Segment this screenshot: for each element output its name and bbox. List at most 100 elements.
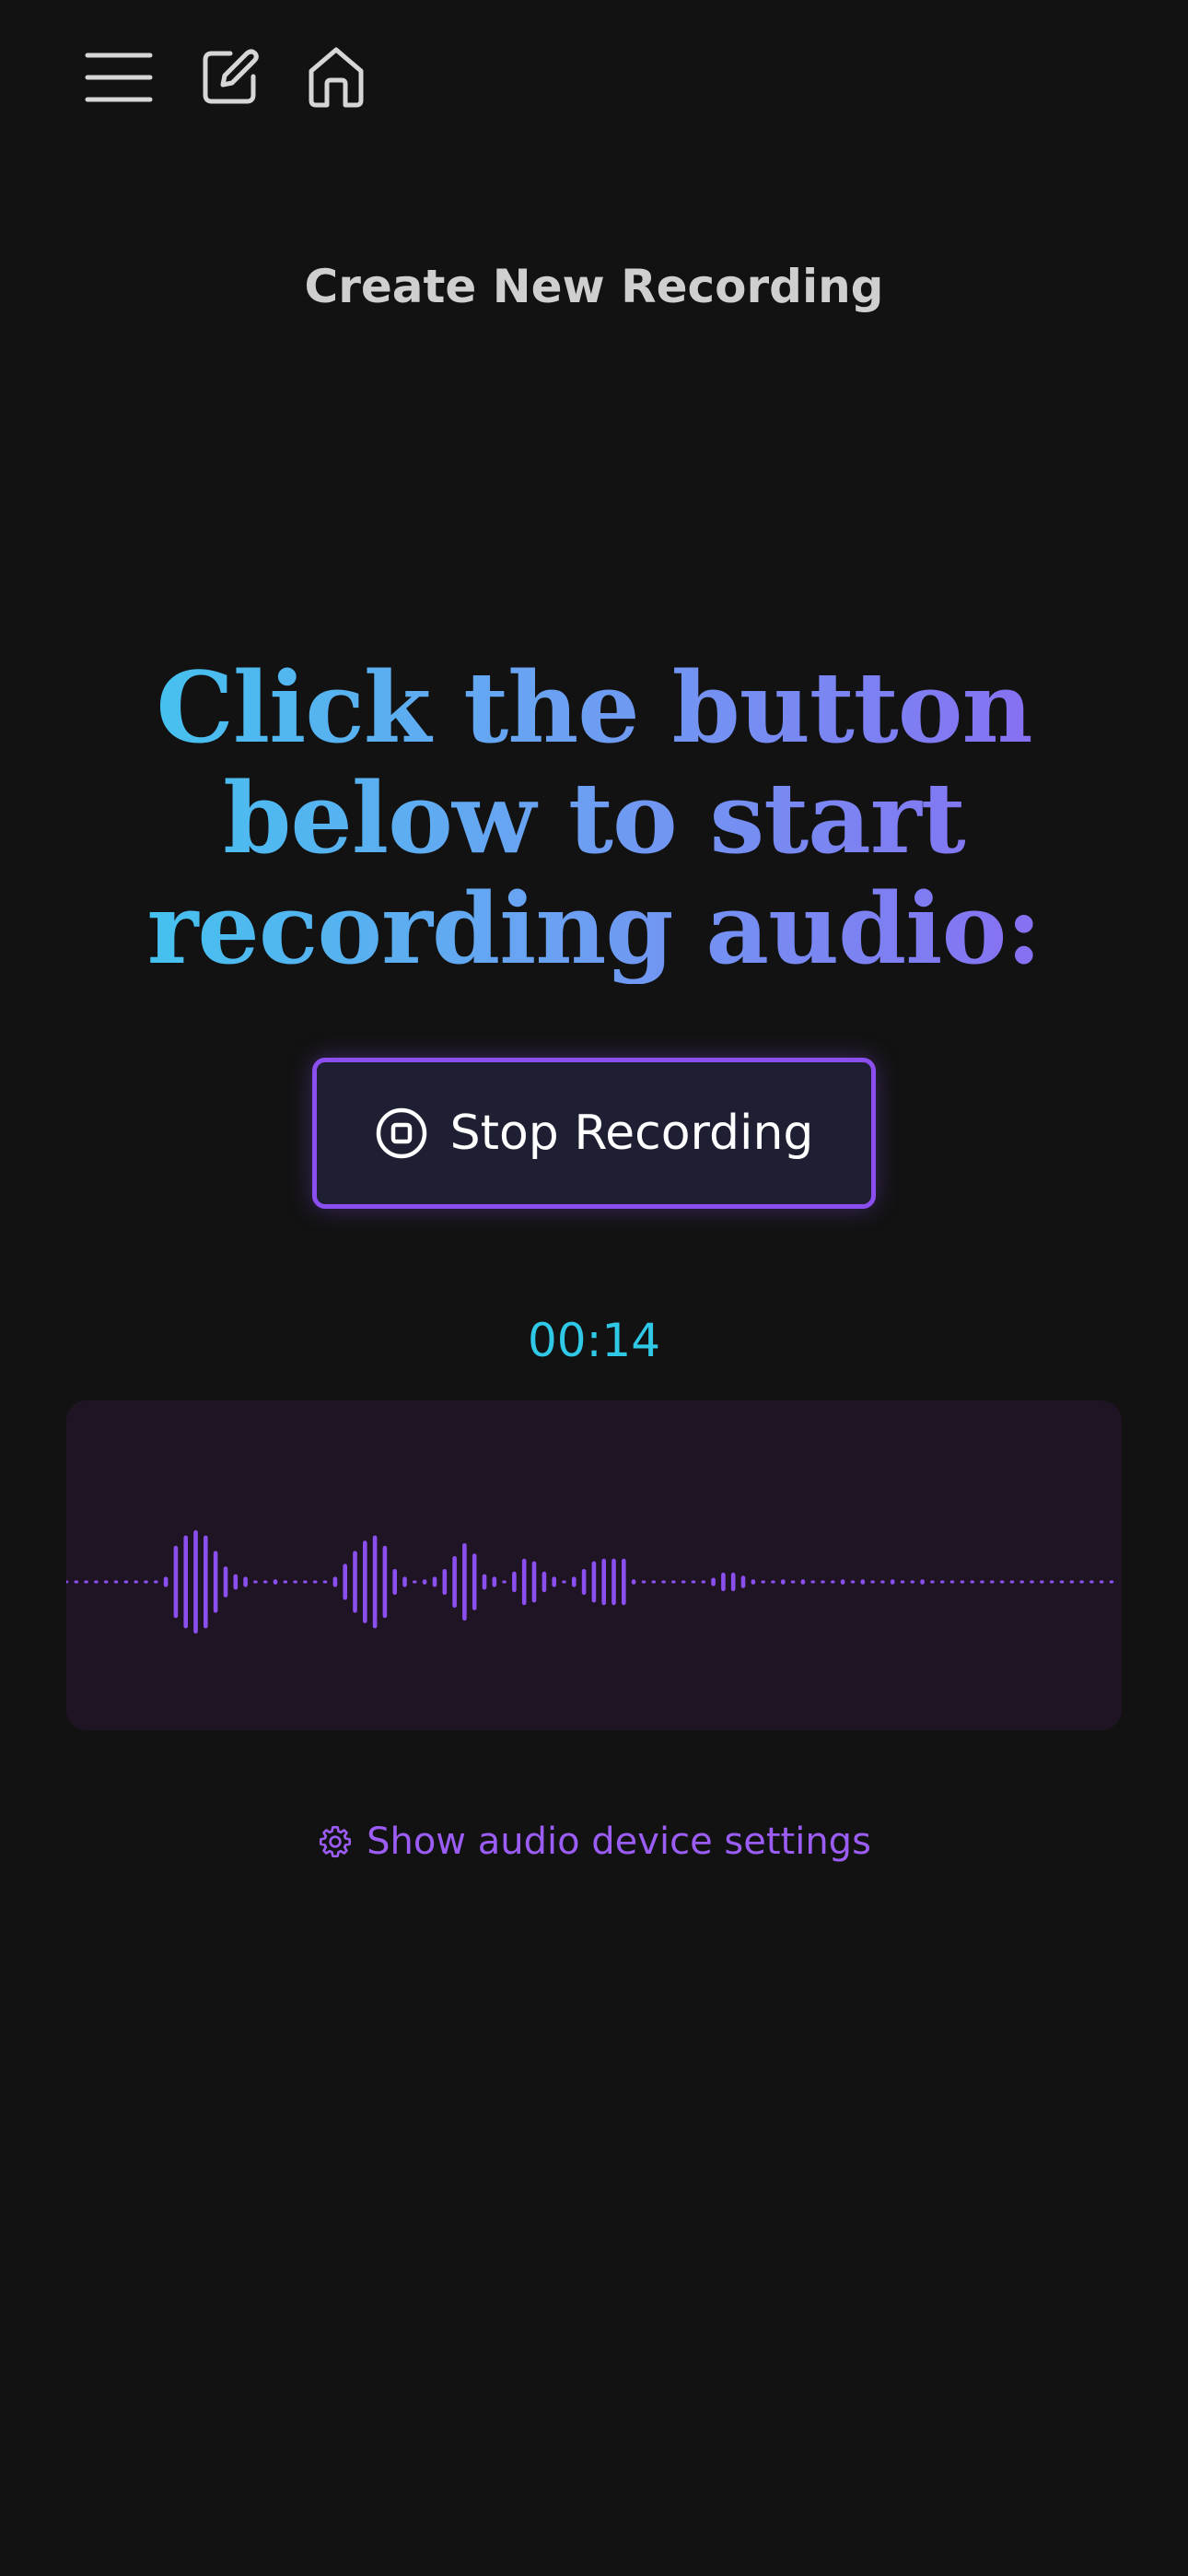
waveform-bar: [66, 1580, 69, 1584]
waveform-bar: [661, 1580, 666, 1584]
waveform-bar: [432, 1576, 437, 1587]
waveform-bar: [283, 1580, 288, 1584]
waveform-bar: [273, 1579, 278, 1585]
waveform-bar: [1059, 1580, 1065, 1584]
waveform-bar: [452, 1556, 457, 1608]
waveform-panel: [66, 1400, 1122, 1730]
edit-icon: [203, 49, 259, 104]
waveform-bar: [671, 1580, 676, 1584]
home-icon: [309, 47, 364, 108]
waveform-bar: [970, 1580, 974, 1584]
waveform-bar: [890, 1579, 895, 1585]
waveform-bar: [999, 1580, 1005, 1584]
waveform-bar: [651, 1580, 657, 1584]
waveform-bar: [482, 1574, 487, 1590]
waveform-bar: [392, 1569, 397, 1595]
top-toolbar: [85, 42, 367, 112]
waveform-bar: [850, 1580, 856, 1584]
headline-line-2: below to start: [223, 760, 965, 875]
waveform-bar: [1099, 1580, 1104, 1584]
edit-button[interactable]: [199, 47, 260, 108]
waveform-bar: [521, 1558, 527, 1606]
waveform-bar: [94, 1580, 99, 1584]
waveform-bar: [581, 1569, 587, 1595]
waveform-bar: [939, 1580, 945, 1584]
waveform-bar: [562, 1580, 566, 1584]
waveform-bar: [472, 1553, 477, 1610]
menu-button[interactable]: [85, 50, 153, 105]
waveform-bar: [233, 1574, 239, 1590]
waveform-bar: [990, 1580, 995, 1584]
waveform-bar: [262, 1580, 268, 1584]
waveform-bar: [601, 1558, 606, 1606]
waveform-bar: [502, 1580, 507, 1584]
waveform-bar: [173, 1545, 179, 1619]
home-button[interactable]: [306, 45, 367, 110]
waveform-bar: [840, 1579, 845, 1585]
waveform-bar: [751, 1579, 756, 1585]
waveform-bar: [492, 1576, 497, 1587]
audio-device-settings-link[interactable]: Show audio device settings: [0, 1821, 1188, 1863]
waveform-bar: [293, 1580, 297, 1584]
waveform-bar: [332, 1576, 338, 1587]
waveform-bar: [821, 1580, 825, 1584]
waveform-bar: [193, 1530, 198, 1633]
waveform-bar: [144, 1580, 148, 1584]
waveform-bar: [123, 1580, 129, 1584]
waveform-bar: [930, 1580, 935, 1584]
waveform-bar: [243, 1576, 248, 1587]
waveform-bar: [870, 1580, 875, 1584]
waveform-bar: [641, 1580, 646, 1584]
waveform-bar: [84, 1580, 88, 1584]
waveform-bar: [204, 1535, 208, 1629]
waveform-bar: [781, 1579, 786, 1585]
waveform-bar: [920, 1579, 925, 1585]
waveform-bar: [800, 1579, 806, 1585]
waveform-bar: [303, 1580, 308, 1584]
waveform-bar: [74, 1580, 79, 1584]
waveform-bar: [572, 1576, 577, 1587]
waveform-bar: [1109, 1580, 1114, 1584]
instruction-headline: Click the button below to start recordin…: [87, 652, 1101, 984]
waveform-bar: [1049, 1580, 1054, 1584]
waveform-bar: [790, 1580, 796, 1584]
waveform-bar: [322, 1580, 328, 1584]
waveform-bar: [402, 1576, 407, 1587]
waveform-bar: [611, 1558, 616, 1606]
waveform-bar: [512, 1571, 517, 1593]
waveform-bar: [910, 1580, 915, 1584]
headline-line-3: recording audio:: [146, 871, 1042, 986]
waveform-bar: [810, 1580, 815, 1584]
waveform-bar: [353, 1551, 357, 1613]
waveform-bar: [312, 1580, 318, 1584]
waveform-bar: [880, 1580, 885, 1584]
waveform-bar: [1030, 1580, 1034, 1584]
waveform-bar: [213, 1551, 218, 1613]
waveform-bar: [462, 1543, 467, 1621]
waveform-bar: [900, 1580, 905, 1584]
waveform-bar: [442, 1569, 448, 1595]
page-title: Create New Recording: [304, 260, 884, 313]
waveform-bar: [721, 1572, 726, 1592]
waveform-bar: [343, 1563, 347, 1600]
stop-recording-label: Stop Recording: [449, 1106, 814, 1161]
waveform-bar: [681, 1580, 686, 1584]
waveform-bar: [372, 1535, 378, 1629]
waveform-bar: [363, 1540, 367, 1623]
waveform-bar: [1069, 1580, 1075, 1584]
waveform-bar: [691, 1580, 696, 1584]
waveform-bar: [253, 1580, 258, 1584]
waveform-bar: [622, 1558, 626, 1606]
waveform-bar: [711, 1577, 716, 1587]
waveform-bar: [103, 1580, 109, 1584]
waveform-bar: [860, 1579, 866, 1585]
waveform-bar: [1040, 1580, 1044, 1584]
recording-timer: 00:14: [527, 1314, 661, 1367]
waveform-bar: [223, 1566, 228, 1598]
waveform-bar: [183, 1535, 188, 1629]
audio-waveform: [66, 1530, 1114, 1633]
waveform-bar: [531, 1561, 537, 1603]
waveform-bar: [631, 1579, 636, 1585]
waveform-bar: [422, 1579, 427, 1585]
stop-recording-button[interactable]: Stop Recording: [312, 1058, 876, 1209]
